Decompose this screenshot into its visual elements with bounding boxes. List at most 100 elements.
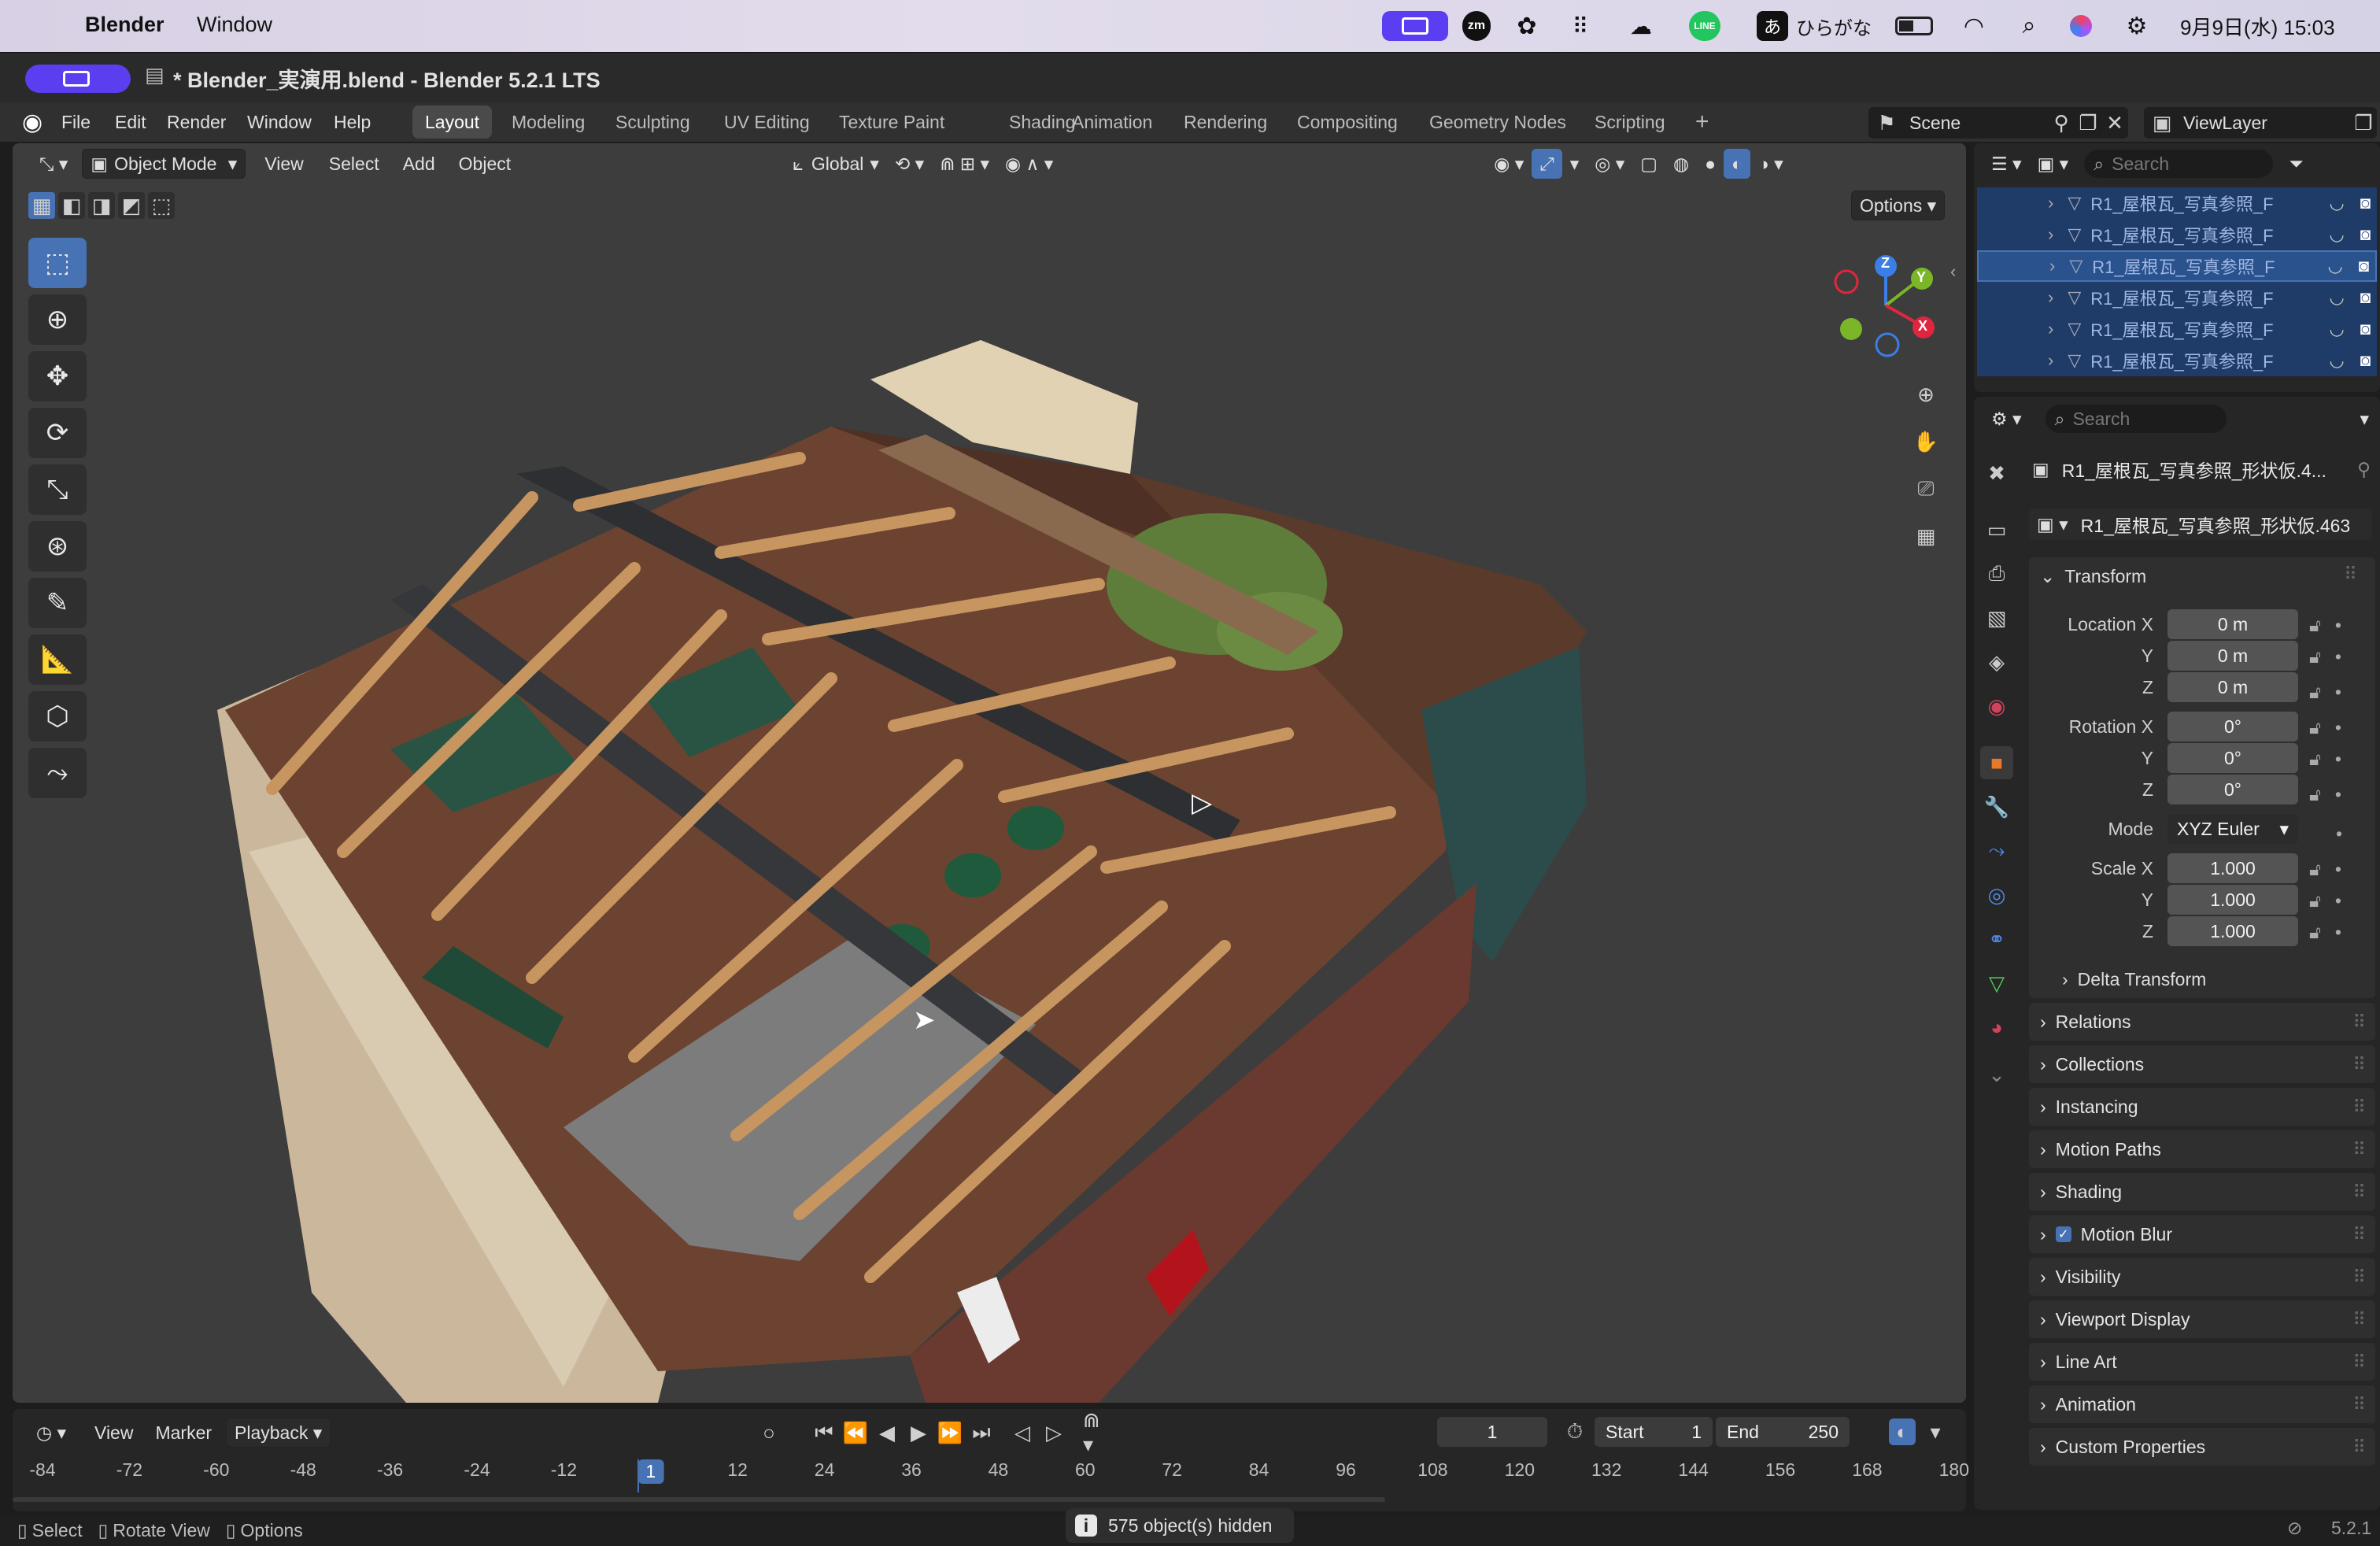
transform-orientation-dropdown[interactable]: ⟀ Global ▾ bbox=[785, 149, 887, 179]
panel-relations[interactable]: › Relations ⠿ bbox=[2029, 1003, 2375, 1041]
move-tool-icon[interactable]: ✥ bbox=[28, 351, 87, 401]
object-tab-icon[interactable]: ■ bbox=[1980, 746, 2013, 779]
drag-handle-icon[interactable]: ⠿ bbox=[2352, 1182, 2366, 1203]
rotation-mode-dropdown[interactable]: XYZ Euler ▾ bbox=[2168, 814, 2298, 844]
eye-icon[interactable]: ◡ bbox=[2330, 224, 2345, 245]
outliner-editor-type-icon[interactable]: ☰ ▾ bbox=[1983, 149, 2030, 179]
measure-tool-icon[interactable]: 📐 bbox=[28, 634, 87, 685]
viewlayer-selector[interactable]: ▣ ViewLayer ❐ bbox=[2144, 107, 2377, 139]
drag-handle-icon[interactable]: ⠿ bbox=[2352, 1437, 2366, 1458]
select-extend-icon[interactable]: ◧ bbox=[58, 192, 85, 219]
lock-icon[interactable]: 🔓︎ bbox=[2309, 615, 2321, 636]
transform-tool-icon[interactable]: ⊛ bbox=[28, 521, 87, 571]
next-keyframe-icon[interactable]: ⏩ bbox=[937, 1419, 963, 1446]
snap-icon[interactable]: ⋒ ⊞ ▾ bbox=[932, 149, 997, 179]
drag-handle-icon[interactable]: ⠿ bbox=[2352, 1309, 2366, 1330]
prev-keyframe-icon[interactable]: ⏪ bbox=[842, 1419, 869, 1446]
object-datablock-field[interactable]: ▣ ▾ R1_屋根瓦_写真参照_形状仮.463 bbox=[2029, 509, 2372, 540]
drag-handle-icon[interactable]: ⠿ bbox=[2352, 1394, 2366, 1415]
timeline-menu-marker[interactable]: Marker bbox=[147, 1418, 220, 1448]
tab-scripting[interactable]: Scripting bbox=[1582, 105, 1677, 139]
lock-icon[interactable]: 🔓︎ bbox=[2309, 859, 2321, 880]
tab-compositing[interactable]: Compositing bbox=[1284, 105, 1410, 139]
rotation-x-field[interactable]: 0° bbox=[2168, 712, 2298, 742]
visibility-icon[interactable]: ◉ ▾ bbox=[1486, 149, 1532, 179]
drag-handle-icon[interactable]: ⠿ bbox=[2352, 1097, 2366, 1118]
panel-shading[interactable]: › Shading ⠿ bbox=[2029, 1173, 2375, 1211]
keyframe-dot-icon[interactable]: • bbox=[2335, 717, 2341, 738]
wireframe-shading-icon[interactable]: ◍ bbox=[1665, 149, 1697, 179]
panel-viewport-display[interactable]: › Viewport Display ⠿ bbox=[2029, 1300, 2375, 1338]
3d-viewport[interactable] bbox=[13, 143, 1966, 1403]
add-workspace-button[interactable]: + bbox=[1683, 105, 1722, 139]
chevron-down-icon[interactable]: ▾ bbox=[1922, 1418, 1949, 1445]
proportional-edit-icon[interactable]: ◉ ∧ ▾ bbox=[997, 149, 1061, 179]
mode-dropdown[interactable]: ▣ Object Mode ▾ bbox=[82, 149, 246, 179]
rotate-tool-icon[interactable]: ⟳ bbox=[28, 408, 87, 458]
panel-instancing[interactable]: › Instancing ⠿ bbox=[2029, 1088, 2375, 1126]
keyframe-dot-icon[interactable]: • bbox=[2336, 823, 2342, 845]
gizmo-toggle-icon[interactable]: ⤢ bbox=[1532, 149, 1562, 179]
scale-y-field[interactable]: 1.000 bbox=[2168, 885, 2298, 915]
physics-tab-icon[interactable]: ◎ bbox=[1980, 878, 2013, 912]
scale-x-field[interactable]: 1.000 bbox=[2168, 853, 2298, 883]
filter-icon[interactable]: ⏷ bbox=[2281, 149, 2311, 179]
cursor-tool-icon[interactable]: ⊕ bbox=[28, 294, 87, 345]
timeline-ruler[interactable]: -84 -72 -60 -48 -36 -24 -12 1 12 24 36 48 60 72 84 96 10… bbox=[13, 1453, 1969, 1492]
camera-view-icon[interactable]: ⎚ bbox=[1913, 475, 1939, 502]
drag-handle-icon[interactable]: ⠿ bbox=[2352, 1267, 2366, 1288]
xray-icon[interactable]: ▢ bbox=[1632, 149, 1665, 179]
output-tab-icon[interactable]: ⎙ bbox=[1980, 557, 2013, 590]
tool-tab-icon[interactable]: ✖ bbox=[1980, 457, 2013, 490]
lock-icon[interactable]: 🔓︎ bbox=[2309, 682, 2321, 703]
menu-select[interactable]: Select bbox=[321, 149, 387, 179]
outliner-row[interactable]: › ▽ R1_屋根瓦_写真参照_F ◡ ◙ bbox=[1977, 187, 2377, 219]
scene-selector[interactable]: ⚑ Scene ⚲ ❐ ✕ bbox=[1868, 107, 2128, 139]
overlays-icon[interactable]: ◎ ▾ bbox=[1587, 149, 1632, 179]
select-subtract-icon[interactable]: ◨ bbox=[88, 192, 115, 219]
menu-edit[interactable]: Edit bbox=[115, 112, 146, 133]
grid-icon[interactable]: ⠿ bbox=[1565, 11, 1596, 41]
camera-render-icon[interactable]: ◙ bbox=[2359, 256, 2369, 276]
chevron-down-icon[interactable]: ▾ bbox=[2352, 404, 2377, 434]
eye-icon[interactable]: ◡ bbox=[2330, 319, 2345, 339]
pin-icon[interactable]: ⚲ bbox=[2048, 109, 2075, 136]
tab-uv-editing[interactable]: UV Editing bbox=[711, 105, 822, 139]
sidebar-toggle-icon[interactable]: ‹ bbox=[1950, 261, 1956, 282]
navigation-gizmo[interactable]: Z Y X bbox=[1823, 250, 1949, 361]
delete-scene-icon[interactable]: ✕ bbox=[2101, 109, 2128, 136]
tab-geometry-nodes[interactable]: Geometry Nodes bbox=[1417, 105, 1579, 139]
keying-icon[interactable]: ○ bbox=[756, 1419, 782, 1446]
curve-tool-icon[interactable]: ⤳ bbox=[28, 748, 87, 798]
camera-render-icon[interactable]: ◙ bbox=[2360, 193, 2371, 213]
eye-icon[interactable]: ◡ bbox=[2330, 350, 2345, 371]
play-icon[interactable]: ▶ bbox=[905, 1419, 932, 1446]
scale-z-field[interactable]: 1.000 bbox=[2168, 916, 2298, 946]
new-viewlayer-icon[interactable]: ❐ bbox=[2350, 109, 2377, 136]
location-y-field[interactable]: 0 m bbox=[2168, 641, 2298, 671]
display-mode-icon[interactable]: ▣ ▾ bbox=[2030, 149, 2077, 179]
new-scene-icon[interactable]: ❐ bbox=[2075, 109, 2101, 136]
delta-transform-subpanel[interactable]: › Delta Transform bbox=[2062, 967, 2206, 992]
menu-render[interactable]: Render bbox=[167, 112, 226, 133]
screen-mirroring-icon[interactable] bbox=[1382, 11, 1448, 41]
menu-help[interactable]: Help bbox=[334, 112, 371, 133]
transform-panel-header[interactable]: ⌄ Transform bbox=[2040, 564, 2146, 589]
chevron-right-icon[interactable]: › bbox=[2048, 224, 2053, 245]
chevron-right-icon[interactable]: › bbox=[2048, 319, 2053, 339]
camera-render-icon[interactable]: ◙ bbox=[2360, 350, 2371, 371]
spotlight-search-icon[interactable]: ⌕ bbox=[2013, 11, 2045, 41]
blender-logo-icon[interactable]: ◉ bbox=[22, 109, 42, 136]
tab-texture-paint[interactable]: Texture Paint bbox=[826, 105, 957, 139]
lock-icon[interactable]: 🔓︎ bbox=[2309, 717, 2321, 738]
tab-modeling[interactable]: Modeling bbox=[499, 105, 597, 139]
chevron-right-icon[interactable]: › bbox=[2049, 256, 2055, 276]
prev-marker-icon[interactable]: ◁ bbox=[1009, 1419, 1036, 1446]
outliner-row[interactable]: › ▽ R1_屋根瓦_写真参照_F ◡ ◙ bbox=[1977, 345, 2377, 376]
jump-end-icon[interactable]: ⏭ bbox=[968, 1419, 995, 1446]
view-layer-tab-icon[interactable]: ▧ bbox=[1980, 601, 2013, 634]
play-reverse-icon[interactable]: ◀ bbox=[874, 1419, 900, 1446]
scene-tab-icon[interactable]: ◈ bbox=[1980, 645, 2013, 679]
tab-sculpting[interactable]: Sculpting bbox=[603, 105, 703, 139]
chevron-right-icon[interactable]: › bbox=[2048, 350, 2053, 371]
